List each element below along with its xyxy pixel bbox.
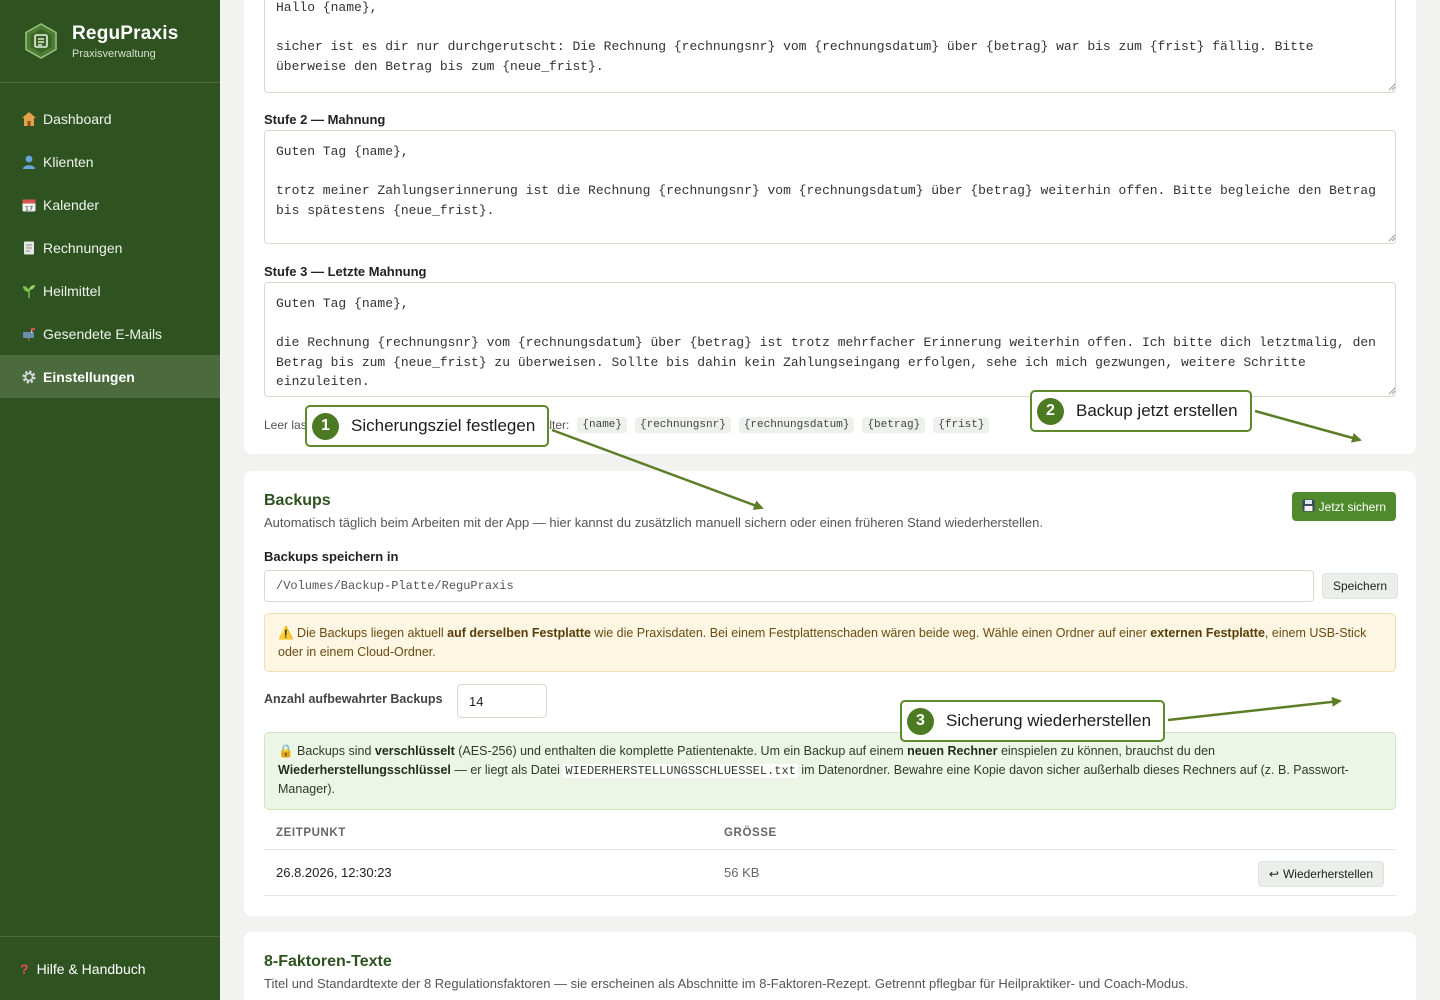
herb-icon	[20, 282, 38, 300]
sidebar-item-label: Einstellungen	[43, 368, 135, 385]
backup-path-label: Backups speichern in	[264, 549, 399, 564]
sidebar-item-rechnungen[interactable]: Rechnungen	[0, 226, 220, 269]
sidebar-item-label: Rechnungen	[43, 239, 123, 256]
brand-subtitle: Praxisverwaltung	[72, 47, 156, 60]
sidebar-item-label: Kalender	[43, 196, 100, 213]
factors-title: 8-Faktoren-Texte	[264, 953, 392, 970]
stufe3-label: Stufe 3 — Letzte Mahnung	[264, 264, 427, 279]
save-path-button[interactable]: Speichern	[1322, 573, 1399, 599]
app-logo-icon	[25, 23, 57, 59]
column-header-groesse: GRÖSSE	[724, 826, 777, 839]
mailbox-icon	[20, 325, 38, 343]
backups-subtitle: Automatisch täglich beim Arbeiten mit de…	[264, 515, 1043, 530]
backup-size: 56 KB	[724, 865, 760, 880]
warning-icon: ⚠️	[278, 626, 294, 640]
annotation-number: 1	[312, 412, 339, 440]
stufe2-textarea[interactable]: Guten Tag {name}, trotz meiner Zahlungse…	[264, 130, 1396, 244]
annotation-label: Sicherungsziel festlegen	[351, 416, 536, 435]
brand: ReguPraxis Praxisverwaltung	[0, 0, 220, 83]
factors-subtitle: Titel und Standardtexte der 8 Regulation…	[264, 976, 1189, 991]
annotation-callout-1: 1 Sicherungsziel festlegen	[305, 405, 550, 447]
house-icon	[20, 110, 38, 128]
resize-grip-icon[interactable]	[1388, 387, 1396, 395]
reminder-templates-card: Hallo {name}, sicher ist es dir nur durc…	[244, 0, 1416, 454]
backup-path-input[interactable]: /Volumes/Backup-Platte/ReguPraxis	[264, 570, 1314, 602]
annotation-label: Sicherung wiederherstellen	[946, 711, 1152, 730]
sidebar-nav: Dashboard Klienten 17 Kalender Rechnunge…	[0, 97, 220, 398]
invoice-icon	[20, 239, 38, 257]
annotation-number: 3	[907, 707, 934, 735]
calendar-icon: 17	[20, 196, 38, 214]
stufe1-textarea[interactable]: Hallo {name}, sicher ist es dir nur durc…	[264, 0, 1396, 93]
backup-now-button[interactable]: Jetzt sichern	[1291, 492, 1396, 521]
column-header-zeitpunkt: ZEITPUNKT	[276, 826, 346, 839]
sidebar-item-label: Klienten	[43, 153, 94, 170]
person-icon	[20, 153, 38, 171]
annotation-label: Backup jetzt erstellen	[1076, 401, 1238, 420]
placeholder-chip: {frist}	[933, 417, 990, 433]
encryption-info-box: 🔒 Backups sind verschlüsselt (AES-256) u…	[264, 732, 1396, 810]
resize-grip-icon[interactable]	[1388, 234, 1396, 242]
annotation-callout-3: 3 Sicherung wiederherstellen	[900, 700, 1166, 742]
resize-grip-icon[interactable]	[1388, 83, 1396, 91]
placeholder-chip: {rechnungsnr}	[635, 417, 731, 433]
placeholder-chip: {name}	[577, 417, 627, 433]
svg-text:17: 17	[25, 204, 33, 212]
sidebar-item-label: Dashboard	[43, 110, 112, 127]
backups-title: Backups	[264, 492, 331, 509]
question-icon: ?	[20, 960, 29, 977]
sidebar-item-einstellungen[interactable]: Einstellungen	[0, 355, 220, 398]
backup-now-label: Jetzt sichern	[1318, 499, 1386, 514]
placeholder-chip: {rechnungsdatum}	[738, 417, 855, 433]
backup-count-input[interactable]: 14	[457, 684, 547, 718]
gear-icon	[20, 368, 38, 386]
stufe2-label: Stufe 2 — Mahnung	[264, 112, 386, 127]
annotation-callout-2: 2 Backup jetzt erstellen	[1030, 390, 1252, 432]
warning-box: ⚠️ Die Backups liegen aktuell auf dersel…	[264, 613, 1396, 672]
floppy-disk-icon	[1302, 499, 1315, 515]
placeholder-chip: {betrag}	[862, 417, 926, 433]
factors-card: 8-Faktoren-Texte Titel und Standardtexte…	[244, 932, 1416, 1000]
help-label: Hilfe & Handbuch	[36, 960, 146, 977]
backups-card: Backups Automatisch täglich beim Arbeite…	[244, 471, 1416, 916]
sidebar-item-kalender[interactable]: 17 Kalender	[0, 183, 220, 226]
stufe3-textarea[interactable]: Guten Tag {name}, die Rechnung {rechnung…	[264, 282, 1396, 397]
sidebar-item-gesendete-emails[interactable]: Gesendete E-Mails	[0, 312, 220, 355]
backup-timestamp: 26.8.2026, 12:30:23	[276, 865, 392, 880]
backup-count-label: Anzahl aufbewahrter Backups	[264, 692, 443, 706]
annotation-number: 2	[1037, 397, 1064, 425]
sidebar-item-heilmittel[interactable]: Heilmittel	[0, 269, 220, 312]
sidebar-item-label: Gesendete E-Mails	[43, 325, 163, 342]
sidebar-item-dashboard[interactable]: Dashboard	[0, 97, 220, 140]
lock-icon: 🔒	[278, 744, 294, 758]
sidebar-item-help[interactable]: ? Hilfe & Handbuch	[0, 936, 220, 1000]
sidebar-item-klienten[interactable]: Klienten	[0, 140, 220, 183]
placeholder-hint-text: Leer las	[264, 418, 307, 432]
sidebar: ReguPraxis Praxisverwaltung Dashboard Kl…	[0, 0, 220, 1000]
return-arrow-icon: ↩	[1268, 867, 1279, 881]
restore-button[interactable]: ↩ Wiederherstellen	[1257, 861, 1384, 887]
brand-title: ReguPraxis	[72, 22, 179, 44]
sidebar-item-label: Heilmittel	[43, 282, 101, 299]
